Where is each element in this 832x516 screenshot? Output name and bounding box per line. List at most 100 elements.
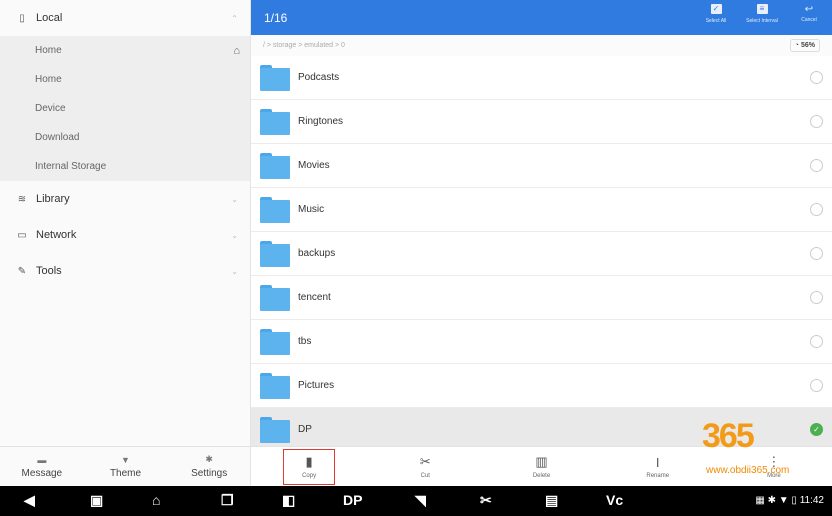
sub-item-internal-storage[interactable]: Internal Storage [0, 152, 250, 181]
selection-header: 1/16 ✓ Select All ≡ Select Interval ↩ Ca… [251, 0, 832, 35]
select-all-label: Select All [705, 18, 727, 24]
file-list: Podcasts Ringtones Movies Music backups tence… [251, 56, 832, 452]
sub-item-label: Device [35, 103, 66, 114]
file-row[interactable]: Podcasts [251, 56, 832, 100]
system-nav-bar: ◀ ▣ ⌂ ❐ ◧ DP ◥ ✂ ▤ Vc ▦ ✱ ▼ ▯ 11:42 [0, 486, 832, 516]
file-name: DP [298, 424, 312, 435]
file-row[interactable]: Movies [251, 144, 832, 188]
breadcrumb-path[interactable]: / > storage > emulated > 0 [263, 42, 345, 49]
folder-icon [260, 372, 290, 399]
folder-icon [260, 328, 290, 355]
cut-button[interactable]: ✂ Cut [367, 447, 483, 486]
file-name: Ringtones [298, 116, 344, 127]
file-row[interactable]: tbs [251, 320, 832, 364]
select-interval-label: Select Interval [746, 18, 778, 24]
home-icon[interactable]: ⌂ [233, 45, 240, 57]
cancel-button[interactable]: ↩ Cancel [789, 4, 829, 23]
message-button[interactable]: ▬ Message [0, 447, 84, 486]
message-label: Message [21, 467, 63, 479]
copy-highlight-box [283, 449, 335, 485]
nav-network-label: Network [36, 229, 77, 241]
trash-icon: ▥ [535, 454, 548, 469]
network-icon: ▭ [17, 229, 27, 241]
home-icon[interactable]: ⌂ [152, 492, 160, 508]
select-radio[interactable] [810, 247, 823, 260]
select-radio[interactable] [810, 335, 823, 348]
left-bottom-bar: ▬ Message ▼ Theme ✱ Settings [0, 446, 251, 486]
folder-icon [260, 64, 290, 91]
sub-item-label: Home [35, 74, 62, 85]
file-name: tbs [298, 336, 312, 347]
folder-icon [260, 284, 290, 311]
storage-percent: 56% [800, 42, 815, 49]
phone-icon: ▯ [19, 12, 25, 24]
settings-button[interactable]: ✱ Settings [167, 447, 251, 486]
clock: 11:42 [799, 495, 824, 506]
dp-app-icon[interactable]: DP [343, 492, 362, 508]
folder-icon [260, 108, 290, 135]
theme-button[interactable]: ▼ Theme [84, 447, 168, 486]
nav-tools-label: Tools [36, 265, 62, 277]
file-manager-screen: ▯ Local ⌃ Home ⌂ Home Device Download In… [0, 0, 832, 516]
cancel-label: Cancel [801, 17, 817, 23]
nav-local[interactable]: ▯ Local ⌃ [0, 0, 250, 36]
sub-item-download[interactable]: Download [0, 123, 250, 152]
select-radio[interactable] [810, 291, 823, 304]
selection-count: 1/16 [264, 11, 288, 25]
back-icon[interactable]: ◀ [24, 492, 35, 509]
select-radio[interactable] [810, 115, 823, 128]
select-radio[interactable] [810, 203, 823, 216]
tools-icon[interactable]: ✂ [480, 492, 492, 509]
select-radio[interactable] [810, 71, 823, 84]
vci-icon[interactable]: Vc [606, 492, 623, 508]
chevron-up-icon: ⌃ [231, 13, 238, 23]
folder-icon [260, 152, 290, 179]
library-icon: ≋ [17, 193, 27, 205]
select-radio[interactable] [810, 159, 823, 172]
delete-label: Delete [532, 473, 551, 479]
report-icon[interactable]: ▤ [545, 492, 558, 509]
select-interval-button[interactable]: ≡ Select Interval [742, 4, 782, 24]
screenshot-icon[interactable]: ▣ [90, 492, 103, 509]
settings-label: Settings [191, 468, 228, 479]
sub-item-label: Internal Storage [35, 161, 107, 172]
file-row[interactable]: tencent [251, 276, 832, 320]
nav-network[interactable]: ▭ Network ⌄ [0, 217, 250, 253]
scissors-icon: ✂ [419, 454, 431, 469]
nav-tools[interactable]: ✎ Tools ⌄ [0, 253, 250, 289]
left-panel: ▯ Local ⌃ Home ⌂ Home Device Download In… [0, 0, 251, 486]
app-switch-icon[interactable]: ◧ [282, 492, 295, 509]
storage-indicator: ◔ 56% [789, 39, 820, 52]
sub-item-home-2[interactable]: Home [0, 65, 250, 94]
select-all-button[interactable]: ✓ Select All [696, 4, 736, 24]
theme-label: Theme [109, 467, 142, 479]
sub-item-home-1[interactable]: Home ⌂ [0, 36, 250, 65]
watermark-number: 365 [702, 417, 755, 455]
rename-button[interactable]: I Rename [600, 447, 716, 486]
text-cursor-icon: I [655, 454, 660, 470]
cut-label: Cut [420, 473, 430, 479]
delete-button[interactable]: ▥ Delete [483, 447, 599, 486]
file-row[interactable]: Ringtones [251, 100, 832, 144]
select-radio[interactable] [810, 379, 823, 392]
folder-icon [260, 196, 290, 223]
file-row[interactable]: Music [251, 188, 832, 232]
select-all-icon: ✓ [710, 4, 722, 14]
status-area: ▦ ✱ ▼ ▯ 11:42 [755, 495, 824, 506]
gear-icon: ✱ [205, 454, 213, 464]
file-name: tencent [298, 292, 331, 303]
recent-apps-icon[interactable]: ❐ [221, 492, 234, 509]
back-arrow-icon: ↩ [804, 4, 814, 15]
watermark-site: www.obdii365.com [706, 465, 790, 476]
select-interval-icon: ≡ [756, 4, 768, 14]
chevron-down-icon: ⌄ [231, 230, 238, 240]
nav-library[interactable]: ≋ Library ⌄ [0, 181, 250, 217]
file-row[interactable]: Pictures [251, 364, 832, 408]
checked-circle-icon[interactable]: ✓ [810, 423, 823, 436]
wifi-cast-icon[interactable]: ◥ [415, 492, 426, 509]
sub-item-device[interactable]: Device [0, 94, 250, 123]
watermark-logo: 365 www.obdii365.com [700, 405, 810, 480]
shirt-icon: ▼ [121, 454, 130, 465]
file-row[interactable]: backups [251, 232, 832, 276]
file-name: backups [298, 248, 336, 259]
